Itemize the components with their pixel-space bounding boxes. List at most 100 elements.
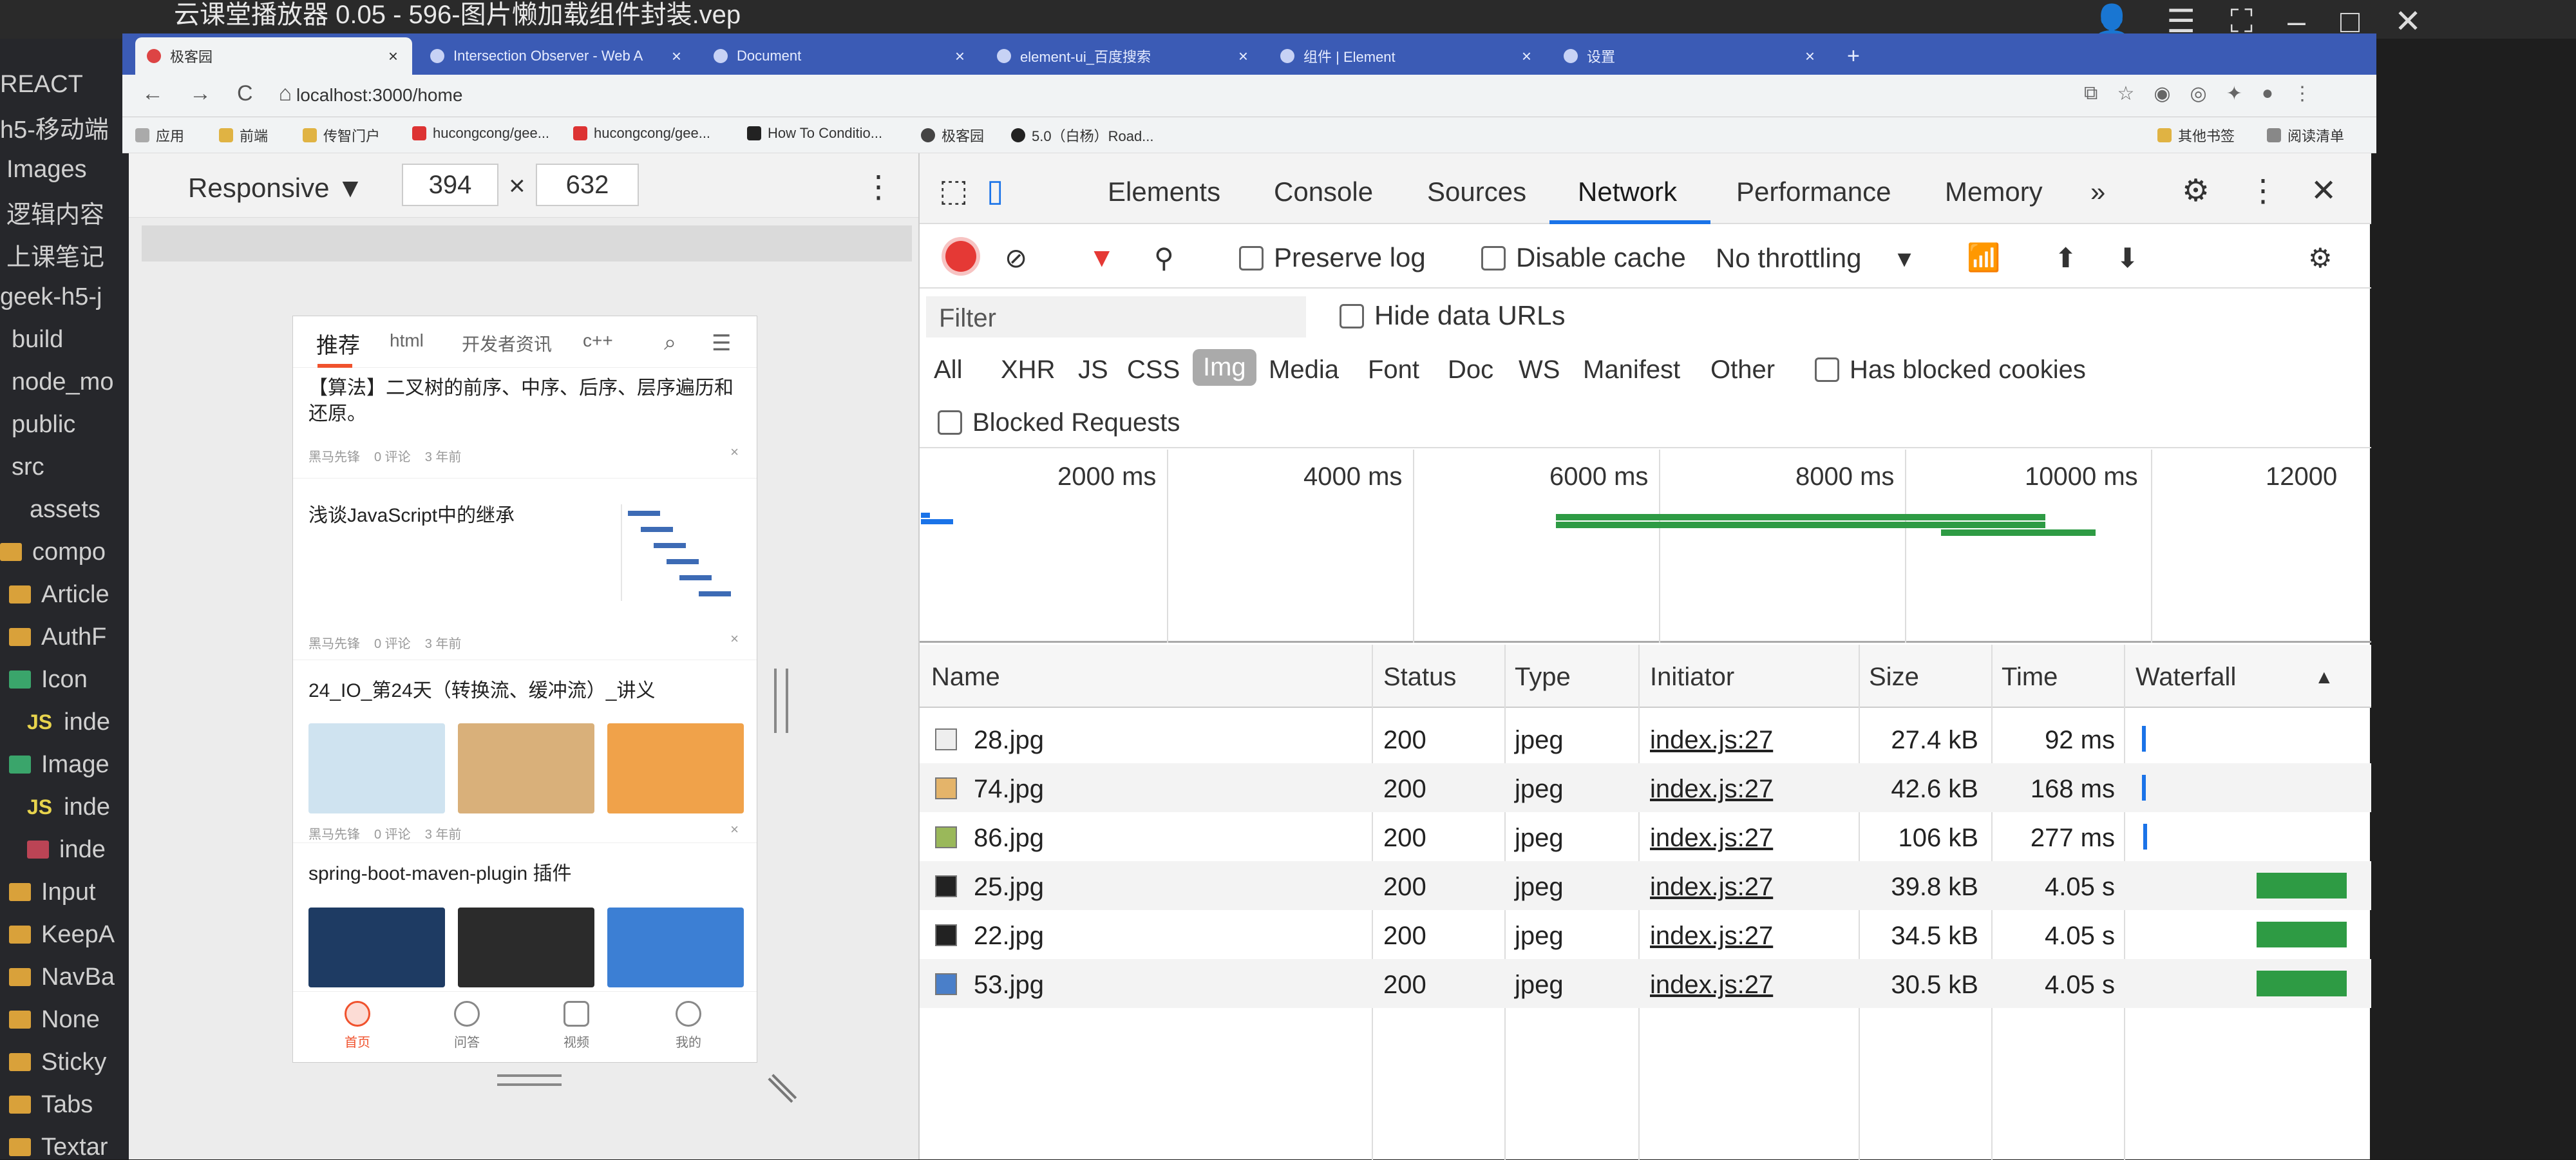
bookmark-item[interactable]: hucongcong/gee... (573, 125, 710, 142)
browser-tab[interactable]: Intersection Observer - Web A × (419, 37, 696, 75)
bookmark-item[interactable]: 其他书签 (2157, 125, 2235, 146)
puzzle-icon[interactable]: ✦ (2226, 82, 2242, 105)
corner-resize-handle[interactable]: ∥ (762, 1068, 801, 1107)
bookmark-item[interactable]: 前端 (219, 125, 268, 146)
browser-tab[interactable]: element-ui_百度搜索 × (985, 37, 1262, 75)
sort-up-icon[interactable]: ▲ (2315, 667, 2334, 689)
tab-close-icon[interactable]: × (1805, 46, 1815, 66)
explorer-item[interactable]: Article (9, 573, 129, 616)
col-type[interactable]: Type (1515, 663, 1571, 692)
browser-tab[interactable]: 设置 × (1552, 37, 1829, 75)
explorer-item[interactable]: public (12, 403, 129, 446)
height-resize-handle[interactable] (497, 1074, 562, 1086)
export-har-icon[interactable]: ⬇ (2116, 242, 2139, 274)
close-devtools-icon[interactable]: ✕ (2311, 173, 2336, 209)
record-button[interactable] (945, 241, 976, 272)
explorer-item[interactable]: node_mo (12, 361, 129, 403)
more-icon[interactable]: ⋮ (2248, 173, 2278, 209)
explorer-item[interactable]: src (12, 446, 129, 488)
translate-icon[interactable]: ⧉ (2084, 82, 2098, 105)
nav-qa[interactable]: 问答 (428, 1001, 506, 1051)
explorer-item[interactable]: Sticky (9, 1041, 129, 1083)
network-overview-timeline[interactable]: 2000 ms 4000 ms 6000 ms 8000 ms 10000 ms… (920, 450, 2371, 643)
col-time[interactable]: Time (2002, 663, 2058, 692)
device-toolbar-icon[interactable]: ▯ (987, 173, 1003, 209)
star-icon[interactable]: ☆ (2117, 82, 2134, 105)
explorer-item[interactable]: build (12, 318, 129, 361)
tab-close-icon[interactable]: × (955, 46, 965, 66)
tab-elements[interactable]: Elements (1108, 176, 1220, 207)
tab-close-icon[interactable]: × (1238, 46, 1248, 66)
preserve-log-checkbox[interactable]: Preserve log (1239, 242, 1426, 273)
filter-icon[interactable]: ▼ (1088, 242, 1115, 273)
tab-performance[interactable]: Performance (1736, 176, 1891, 207)
bookmark-item[interactable]: 5.0（白杨）Road... (1011, 125, 1154, 146)
profile-icon[interactable]: ● (2262, 82, 2273, 105)
close-icon[interactable]: × (730, 444, 739, 461)
type-filter-img[interactable]: Img (1193, 349, 1256, 386)
width-input[interactable]: 394 (402, 164, 498, 206)
disable-cache-checkbox[interactable]: Disable cache (1481, 242, 1686, 273)
browser-tab[interactable]: 极客园 × (135, 37, 412, 75)
table-row[interactable]: 86.jpg 200 jpeg index.js:27 106 kB 277 m… (920, 812, 2371, 861)
col-initiator[interactable]: Initiator (1650, 663, 1734, 692)
explorer-item[interactable]: JS inde (27, 786, 129, 828)
table-row[interactable]: 22.jpg 200 jpeg index.js:27 34.5 kB 4.05… (920, 910, 2371, 959)
blocked-requests-checkbox[interactable]: Blocked Requests (938, 408, 1180, 437)
channel-menu-icon[interactable]: ☰ (712, 330, 731, 356)
bookmark-item[interactable]: 传智门户 (303, 125, 380, 146)
table-row[interactable]: 53.jpg 200 jpeg index.js:27 30.5 kB 4.05… (920, 959, 2371, 1008)
channel-tab[interactable]: 推荐 (316, 328, 360, 359)
tab-close-icon[interactable]: × (388, 46, 398, 66)
hide-data-urls-checkbox[interactable]: Hide data URLs (1340, 300, 1565, 331)
type-filter-js[interactable]: JS (1078, 356, 1108, 385)
import-har-icon[interactable]: ⬆ (2054, 242, 2077, 274)
network-conditions-icon[interactable]: 📶 (1967, 242, 2000, 274)
channel-tab[interactable]: 开发者资讯 (462, 330, 552, 356)
has-blocked-cookies-checkbox[interactable]: Has blocked cookies (1815, 356, 2086, 385)
close-icon[interactable]: × (730, 631, 739, 647)
explorer-item[interactable]: JS inde (27, 701, 129, 743)
bookmark-item[interactable]: 应用 (135, 125, 184, 146)
explorer-item[interactable]: 上课笔记 (6, 233, 129, 276)
search-icon[interactable]: ⌕ (664, 330, 676, 356)
inspect-icon[interactable]: ⬚ (939, 173, 968, 209)
explorer-item[interactable]: assets (30, 488, 129, 531)
explorer-item[interactable]: KeepA (9, 913, 129, 956)
filter-input[interactable]: Filter (926, 296, 1306, 338)
more-tabs-icon[interactable]: » (2090, 176, 2105, 207)
type-filter-manifest[interactable]: Manifest (1583, 356, 1680, 385)
explorer-item[interactable]: None (9, 998, 129, 1041)
article-item[interactable]: 【算法】二叉树的前序、中序、后序、层序遍历和还原。 黑马先锋 0 评论 3 年前 × (293, 369, 757, 479)
type-filter-css[interactable]: CSS (1127, 356, 1180, 385)
device-select[interactable]: Responsive ▼ (188, 173, 364, 204)
type-filter-doc[interactable]: Doc (1448, 356, 1493, 385)
close-icon[interactable]: × (730, 821, 739, 838)
explorer-item[interactable]: Icon (9, 658, 129, 701)
menu-icon[interactable]: ⋮ (2293, 82, 2312, 105)
network-settings-icon[interactable]: ⚙ (2308, 242, 2333, 274)
explorer-item[interactable]: Textar (9, 1126, 129, 1159)
tab-sources[interactable]: Sources (1427, 176, 1526, 207)
browser-tab[interactable]: 组件 | Element × (1269, 37, 1546, 75)
back-icon[interactable]: ← (142, 81, 164, 106)
type-filter-all[interactable]: All (934, 356, 962, 385)
explorer-item[interactable]: compo (0, 531, 129, 573)
col-waterfall[interactable]: Waterfall (2136, 663, 2236, 692)
tab-console[interactable]: Console (1274, 176, 1373, 207)
bookmark-item[interactable]: hucongcong/gee... (412, 125, 549, 142)
article-item[interactable]: spring-boot-maven-plugin 插件 (293, 843, 757, 993)
explorer-item[interactable]: NavBa (9, 956, 129, 998)
type-filter-font[interactable]: Font (1368, 356, 1419, 385)
table-row[interactable]: 25.jpg 200 jpeg index.js:27 39.8 kB 4.05… (920, 861, 2371, 910)
explorer-item[interactable]: Images (6, 148, 129, 191)
explorer-item[interactable]: Tabs (9, 1083, 129, 1126)
clear-icon[interactable]: ⊘ (1005, 242, 1027, 274)
explorer-item[interactable]: h5-移动端 (0, 106, 129, 148)
width-resize-handle[interactable] (774, 669, 788, 733)
forward-icon[interactable]: → (189, 81, 211, 106)
home-icon[interactable]: ⌂ (279, 81, 292, 106)
explorer-item[interactable]: 逻辑内容 (6, 191, 129, 233)
url-field[interactable]: localhost:3000/home (296, 85, 462, 106)
close-icon[interactable]: ✕ (2394, 3, 2421, 41)
